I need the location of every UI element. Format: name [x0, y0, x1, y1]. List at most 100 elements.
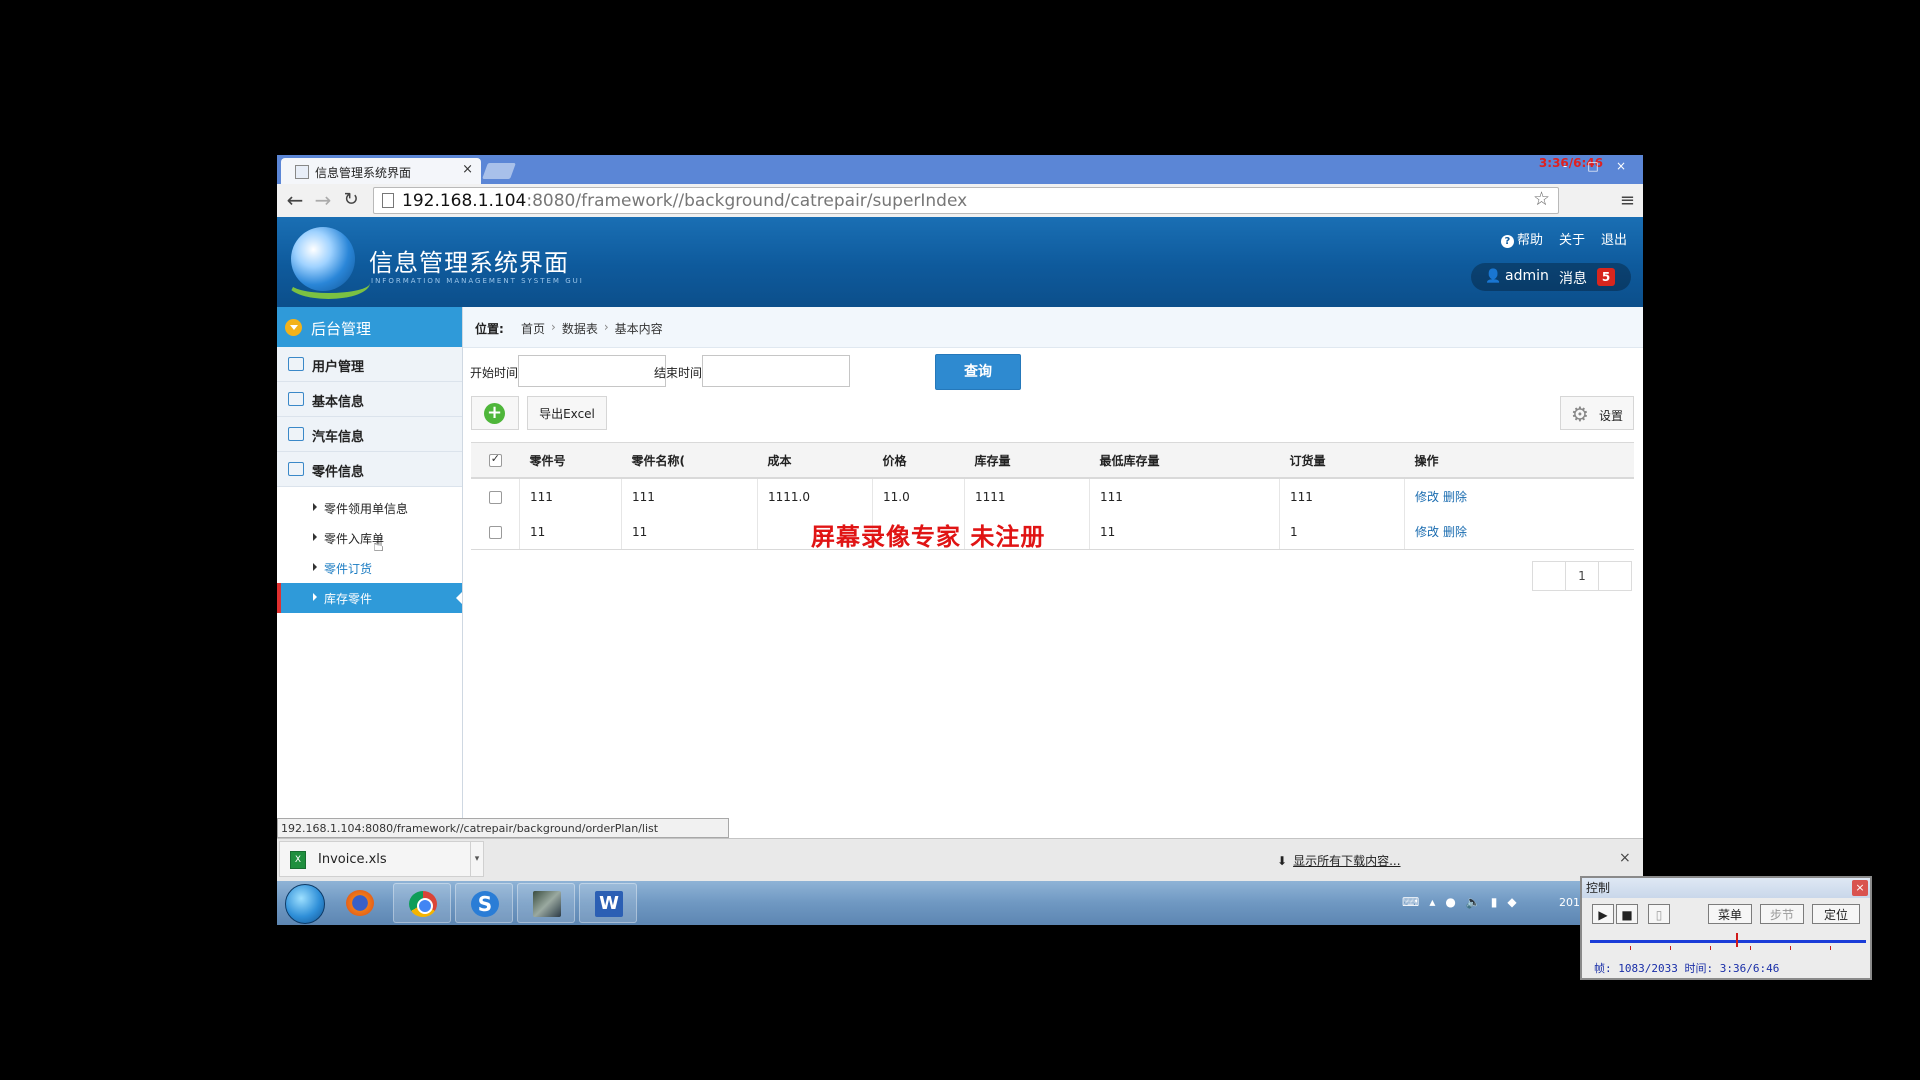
settings-button[interactable]: ⚙ 设置 — [1560, 396, 1634, 430]
cell-min-stock: 11 — [1089, 514, 1280, 550]
recorder-locate-button[interactable]: 定位 — [1812, 904, 1860, 924]
close-shelf-icon[interactable]: × — [1619, 850, 1631, 866]
back-arrow-icon[interactable]: ← — [283, 188, 307, 212]
progress-tick — [1630, 946, 1631, 950]
sidebar-item-parts-info[interactable]: 零件信息 — [277, 452, 462, 487]
progress-tick — [1670, 946, 1671, 950]
edit-link[interactable]: 修改 — [1415, 490, 1439, 504]
recorder-progress-track[interactable] — [1590, 940, 1866, 943]
photo-icon — [533, 891, 561, 917]
sidebar-item-car-info[interactable]: 汽车信息 — [277, 417, 462, 452]
user-panel: 👤 admin 消息 5 — [1471, 263, 1631, 291]
sidebar-item-user-management[interactable]: 用户管理 — [277, 347, 462, 382]
start-button[interactable] — [285, 884, 325, 924]
recorder-step-button[interactable]: 步节 — [1760, 904, 1804, 924]
sidebar-subitem-parts-inbound[interactable]: 零件入库单 — [277, 523, 462, 553]
hand-cursor-icon: ☝ — [373, 535, 384, 556]
tab-close-icon[interactable]: × — [462, 162, 473, 177]
cell-part-no: 11 — [519, 514, 622, 550]
address-bar[interactable]: 192.168.1.104:8080/framework//background… — [373, 187, 1559, 214]
taskbar-photo-viewer[interactable] — [517, 883, 575, 923]
network-icon[interactable]: ▮ — [1491, 895, 1498, 909]
taskbar-firefox[interactable] — [331, 883, 389, 923]
end-time-label: 结束时间 — [654, 366, 703, 380]
row-checkbox[interactable] — [488, 525, 502, 539]
breadcrumb-current: 基本内容 — [614, 322, 663, 336]
bookmark-star-icon[interactable]: ☆ — [1533, 188, 1550, 210]
taskbar-chrome[interactable] — [393, 883, 451, 923]
messages-link[interactable]: 消息 — [1559, 268, 1587, 288]
reload-icon[interactable]: ↻ — [339, 188, 363, 212]
sidebar-subitem-parts-requisition[interactable]: 零件领用单信息 — [277, 493, 462, 523]
help-link[interactable]: ? 帮助 — [1500, 229, 1543, 248]
query-button[interactable]: 查询 — [935, 354, 1021, 390]
browser-toolbar: ← → ↻ 192.168.1.104:8080/framework//back… — [277, 184, 1643, 218]
sidebar-subitem-stock-parts[interactable]: 库存零件 — [277, 583, 462, 613]
select-all-checkbox[interactable] — [488, 452, 502, 467]
new-tab-button[interactable] — [482, 163, 516, 179]
maximize-button[interactable]: □ — [1583, 157, 1603, 175]
stop-button[interactable]: ■ — [1616, 904, 1638, 924]
caret-right-icon — [313, 533, 317, 541]
forward-arrow-icon[interactable]: → — [311, 188, 335, 212]
recorder-progress-thumb[interactable] — [1736, 933, 1738, 947]
stock-parts-table: 零件号 零件名称( 成本 价格 库存量 最低库存量 订货量 操作 111 111… — [471, 442, 1634, 550]
about-link[interactable]: 关于 — [1559, 229, 1585, 248]
play-button[interactable]: ▶ — [1592, 904, 1614, 924]
cell-part-no: 111 — [519, 478, 622, 514]
progress-tick — [1750, 946, 1751, 950]
end-time-input[interactable] — [702, 355, 850, 387]
export-excel-button[interactable]: 导出Excel — [527, 396, 607, 430]
cell-order-qty: 111 — [1279, 478, 1405, 514]
row-checkbox[interactable] — [488, 490, 502, 504]
progress-tick — [1830, 946, 1831, 950]
col-cost: 成本 — [757, 442, 873, 479]
taskbar-clock[interactable]: 201 — [1559, 896, 1580, 909]
cell-order-qty: 1 — [1279, 514, 1405, 550]
recorder-close-icon[interactable]: × — [1852, 880, 1868, 896]
start-time-input[interactable] — [518, 355, 666, 387]
sidebar-item-basic-info[interactable]: 基本信息 — [277, 382, 462, 417]
breadcrumb-datatable[interactable]: 数据表 — [562, 320, 598, 337]
browser-tab[interactable]: 信息管理系统界面 × — [281, 158, 481, 184]
breadcrumb-items: 首页 › 数据表 › 基本内容 — [521, 320, 663, 337]
download-item[interactable]: X Invoice.xls ▾ — [279, 841, 484, 877]
delete-link[interactable]: 删除 — [1443, 490, 1467, 504]
frame-button[interactable]: ▯ — [1648, 904, 1670, 924]
chevron-down-icon[interactable]: ▾ — [470, 842, 483, 876]
pager-page-1[interactable]: 1 — [1565, 561, 1599, 591]
sidebar-header[interactable]: 后台管理 — [277, 307, 462, 347]
edit-link[interactable]: 修改 — [1415, 525, 1439, 539]
recorder-menu-button[interactable]: 菜单 — [1708, 904, 1752, 924]
security-icon[interactable]: ◆ — [1507, 895, 1516, 909]
chat-icon — [288, 392, 304, 406]
tray-expand-icon[interactable]: ▴ — [1429, 895, 1435, 909]
browser-menu-icon[interactable]: ≡ — [1620, 190, 1635, 211]
header-links: ? 帮助 关于 退出 — [1500, 229, 1627, 248]
sidebar-subitem-parts-order[interactable]: 零件订货 — [277, 553, 462, 583]
add-button[interactable]: + — [471, 396, 519, 430]
breadcrumb-separator-icon: › — [603, 320, 609, 334]
url-text: 192.168.1.104:8080/framework//background… — [402, 191, 968, 211]
taskbar-word[interactable]: W — [579, 883, 637, 923]
volume-icon[interactable]: 🔈 — [1466, 895, 1481, 909]
breadcrumb: 位置: 首页 › 数据表 › 基本内容 — [463, 307, 1643, 348]
logout-link[interactable]: 退出 — [1601, 229, 1627, 248]
taskbar-sogou[interactable]: S — [455, 883, 513, 923]
username[interactable]: admin — [1505, 268, 1549, 284]
message-count-badge[interactable]: 5 — [1597, 268, 1615, 286]
recorder-control-panel: 控制 × ▶ ■ ▯ 菜单 步节 定位 帧: 1083/2033 时间: 3:3… — [1580, 876, 1872, 980]
pager-next[interactable] — [1598, 561, 1632, 591]
qq-icon[interactable]: ● — [1445, 895, 1455, 909]
row-select-cell — [471, 514, 520, 550]
show-all-downloads-link[interactable]: ⬇ 显示所有下载内容... — [1277, 852, 1401, 869]
select-all-cell — [471, 442, 520, 479]
minimize-button[interactable]: - — [1555, 157, 1575, 175]
sogou-icon: S — [471, 891, 499, 917]
close-window-button[interactable]: × — [1611, 157, 1631, 175]
watermark-text: 屏幕录像专家 未注册 — [811, 522, 1046, 551]
delete-link[interactable]: 删除 — [1443, 525, 1467, 539]
breadcrumb-home[interactable]: 首页 — [521, 320, 545, 337]
pager-prev[interactable] — [1532, 561, 1566, 591]
keyboard-icon[interactable]: ⌨ — [1402, 895, 1419, 909]
